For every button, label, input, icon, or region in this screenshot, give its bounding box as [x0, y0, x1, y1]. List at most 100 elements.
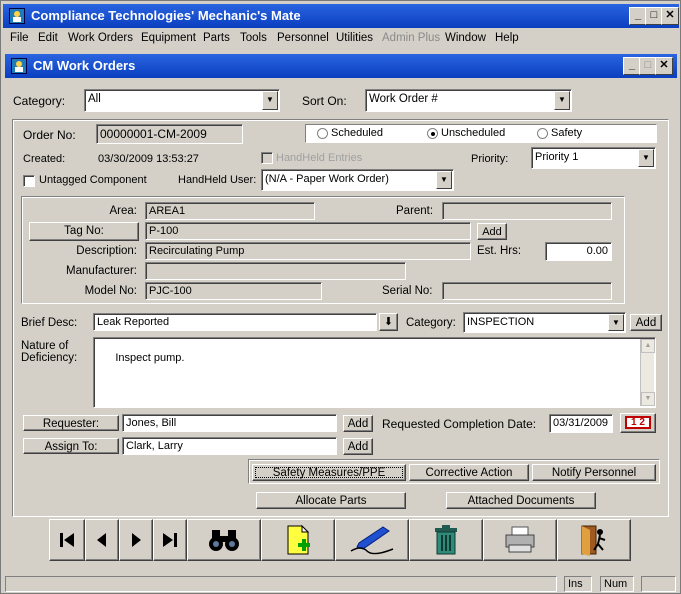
- chevron-down-icon[interactable]: ▼: [554, 91, 570, 110]
- new-record-icon: [287, 524, 310, 555]
- priority-select[interactable]: Priority 1 ▼: [531, 147, 656, 169]
- nature-label-line1: Nature of: [21, 340, 69, 352]
- tag-no-button[interactable]: Tag No:: [29, 222, 139, 241]
- attached-documents-button[interactable]: Attached Documents: [446, 492, 596, 509]
- menu-tools[interactable]: Tools: [240, 32, 267, 44]
- assign-to-field[interactable]: Clark, Larry: [122, 437, 337, 455]
- previous-record-button[interactable]: [85, 519, 119, 561]
- menu-help[interactable]: Help: [495, 32, 519, 44]
- handheld-user-select[interactable]: (N/A - Paper Work Order) ▼: [261, 169, 454, 191]
- area-field[interactable]: AREA1: [145, 202, 315, 220]
- edit-pen-icon: [350, 526, 394, 555]
- sort-on-select[interactable]: Work Order # ▼: [365, 89, 572, 112]
- model-no-field[interactable]: PJC-100: [145, 282, 322, 300]
- status-bar: Ins Num: [3, 575, 679, 593]
- menu-window[interactable]: Window: [445, 32, 486, 44]
- menu-personnel[interactable]: Personnel: [277, 32, 329, 44]
- sort-on-value: Work Order #: [369, 93, 438, 105]
- unscheduled-label: Unscheduled: [441, 127, 506, 139]
- menu-equipment[interactable]: Equipment: [141, 32, 196, 44]
- manufacturer-label: Manufacturer:: [66, 265, 137, 277]
- delete-record-button[interactable]: [409, 519, 483, 561]
- nature-of-deficiency-textarea[interactable]: Inspect pump.: [93, 337, 656, 408]
- scroll-up-icon[interactable]: ▲: [641, 339, 655, 353]
- menu-edit[interactable]: Edit: [38, 32, 58, 44]
- calendar-label: 1 2: [625, 416, 651, 429]
- add-requester-button[interactable]: Add: [343, 415, 373, 432]
- first-record-button[interactable]: [49, 519, 85, 561]
- requester-field[interactable]: Jones, Bill: [122, 414, 337, 432]
- scroll-down-icon[interactable]: ▼: [641, 392, 655, 406]
- edit-record-button[interactable]: [335, 519, 409, 561]
- nature-of-deficiency-value: Inspect pump.: [115, 352, 185, 364]
- child-close-icon[interactable]: ✕: [655, 57, 673, 75]
- calendar-icon[interactable]: 1 2: [620, 413, 656, 433]
- description-field[interactable]: Recirculating Pump: [145, 242, 471, 260]
- brief-desc-dropdown-icon[interactable]: ⬇: [379, 313, 398, 331]
- nature-scrollbar[interactable]: ▲ ▼: [640, 339, 655, 406]
- completion-date-field[interactable]: 03/31/2009: [549, 414, 613, 433]
- exit-button[interactable]: [557, 519, 631, 561]
- status-message-cell: [5, 576, 557, 592]
- category-filter-label: Category:: [13, 94, 66, 108]
- est-hrs-label: Est. Hrs:: [477, 245, 522, 257]
- category-filter-value: All: [88, 93, 101, 105]
- printer-icon: [505, 526, 535, 553]
- last-record-button[interactable]: [153, 519, 187, 561]
- handheld-user-value: (N/A - Paper Work Order): [265, 173, 389, 185]
- chevron-down-icon[interactable]: ▼: [262, 91, 278, 110]
- requester-button[interactable]: Requester:: [23, 415, 119, 431]
- add-assignee-button[interactable]: Add: [343, 438, 373, 455]
- menu-utilities[interactable]: Utilities: [336, 32, 373, 44]
- notify-personnel-button[interactable]: Notify Personnel: [532, 464, 656, 481]
- order-no-field[interactable]: 00000001-CM-2009: [96, 124, 243, 144]
- app-title-bar[interactable]: Compliance Technologies' Mechanic's Mate…: [3, 4, 679, 28]
- status-num: Num: [600, 576, 634, 592]
- allocate-parts-button[interactable]: Allocate Parts: [256, 492, 406, 509]
- brief-category-select[interactable]: INSPECTION ▼: [463, 312, 626, 333]
- menu-work-orders[interactable]: Work Orders: [68, 32, 133, 44]
- created-value: 03/30/2009 13:53:27: [98, 153, 199, 165]
- brief-desc-label: Brief Desc:: [21, 317, 78, 329]
- menu-file[interactable]: File: [10, 32, 29, 44]
- manufacturer-field[interactable]: [145, 262, 406, 280]
- chevron-down-icon[interactable]: ▼: [436, 171, 452, 189]
- untagged-component-checkbox[interactable]: [23, 175, 35, 187]
- print-button[interactable]: [483, 519, 557, 561]
- serial-no-label: Serial No:: [382, 285, 433, 297]
- untagged-component-label: Untagged Component: [39, 174, 147, 186]
- child-title: CM Work Orders: [33, 58, 136, 73]
- chevron-down-icon[interactable]: ▼: [638, 149, 654, 167]
- previous-record-icon: [97, 533, 106, 547]
- find-button[interactable]: [187, 519, 261, 561]
- completion-date-label: Requested Completion Date:: [382, 417, 537, 431]
- safety-radio[interactable]: [537, 128, 548, 139]
- assign-to-button[interactable]: Assign To:: [23, 438, 119, 454]
- menu-bar: File Edit Work Orders Equipment Parts To…: [3, 29, 679, 49]
- safety-measures-button[interactable]: Safety Measures/PPE: [252, 464, 406, 481]
- menu-parts[interactable]: Parts: [203, 32, 230, 44]
- add-tag-button[interactable]: Add: [477, 223, 507, 240]
- corrective-action-button[interactable]: Corrective Action: [409, 464, 529, 481]
- brief-category-label: Category:: [406, 317, 456, 329]
- child-title-bar[interactable]: CM Work Orders _ □ ✕: [5, 54, 677, 78]
- serial-no-field[interactable]: [442, 282, 612, 300]
- model-no-label: Model No:: [84, 285, 137, 297]
- tag-no-field[interactable]: P-100: [145, 222, 471, 240]
- next-record-button[interactable]: [119, 519, 153, 561]
- order-no-label: Order No:: [23, 128, 76, 142]
- brief-category-value: INSPECTION: [467, 316, 535, 328]
- unscheduled-radio[interactable]: [427, 128, 438, 139]
- chevron-down-icon[interactable]: ▼: [608, 314, 624, 331]
- scheduled-label: Scheduled: [331, 127, 383, 139]
- category-filter-select[interactable]: All ▼: [84, 89, 280, 112]
- safety-label: Safety: [551, 127, 583, 139]
- scheduled-radio[interactable]: [317, 128, 328, 139]
- add-category-button[interactable]: Add: [630, 314, 662, 331]
- new-record-button[interactable]: [261, 519, 335, 561]
- est-hrs-field[interactable]: 0.00: [545, 242, 612, 261]
- application-window: Compliance Technologies' Mechanic's Mate…: [0, 0, 681, 594]
- parent-field[interactable]: [442, 202, 612, 220]
- close-icon[interactable]: ✕: [661, 7, 679, 25]
- brief-desc-field[interactable]: Leak Reported: [93, 313, 377, 331]
